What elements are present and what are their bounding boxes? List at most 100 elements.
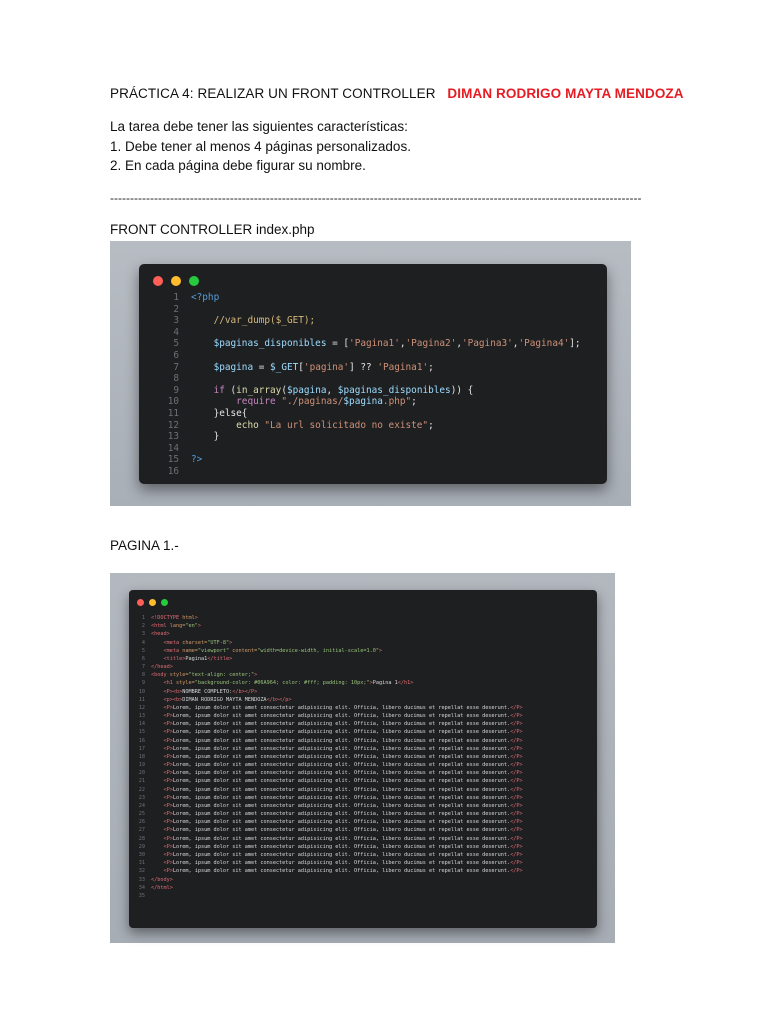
code-token: </P> bbox=[510, 786, 523, 793]
code-token: "./paginas/ bbox=[281, 396, 344, 408]
code-line: 18 <P>Lorem, ipsum dolor sit amet consec… bbox=[131, 753, 523, 761]
code-line: 28 <P>Lorem, ipsum dolor sit amet consec… bbox=[131, 835, 523, 843]
code-line: 14 bbox=[151, 443, 581, 455]
code-token: </P> bbox=[510, 745, 523, 752]
code-token: 'Pagina2' bbox=[405, 338, 457, 350]
code-text: $pagina = $_GET['pagina'] ?? 'Pagina1'; bbox=[191, 362, 434, 373]
code-line: 29 <P>Lorem, ipsum dolor sit amet consec… bbox=[131, 843, 523, 851]
section-heading-pagina-1: PAGINA 1.- bbox=[110, 538, 179, 553]
line-number: 23 bbox=[138, 794, 145, 801]
code-text: <P>Lorem, ipsum dolor sit amet consectet… bbox=[151, 819, 522, 825]
code-token: "background-color: #06A964; color: #fff;… bbox=[194, 680, 370, 687]
code-token: > bbox=[254, 672, 258, 679]
code-line: 26 <P>Lorem, ipsum dolor sit amet consec… bbox=[131, 818, 523, 826]
code-text: </html> bbox=[151, 885, 173, 891]
code-text: </head> bbox=[151, 664, 173, 670]
code-token: $paginas_disponibles bbox=[337, 384, 451, 396]
code-token: } bbox=[191, 431, 220, 443]
code-token: </P> bbox=[510, 713, 523, 720]
code-token: </h1> bbox=[397, 680, 414, 687]
code-line: 35 bbox=[131, 892, 523, 900]
code-text: <P>Lorem, ipsum dolor sit amet consectet… bbox=[151, 737, 522, 744]
line-number: 2 bbox=[141, 623, 145, 630]
code-line: 4 bbox=[151, 327, 581, 339]
code-token: DIMAN RODRIGO MAYTA MENDOZA bbox=[182, 696, 267, 703]
code-text: //var_dump($_GET); bbox=[191, 315, 316, 326]
code-text: <h1 style="background-color: #06A964; co… bbox=[151, 680, 413, 686]
code-editor-window: 1 <?php 2 3 //var_dump($_GET); 4 5 $paginas_d… bbox=[139, 264, 607, 484]
code-line: 30 <P>Lorem, ipsum dolor sit amet consec… bbox=[131, 851, 523, 859]
line-number: 7 bbox=[173, 361, 179, 373]
minimize-dot-icon bbox=[171, 276, 181, 286]
code-token: <P><b> bbox=[151, 688, 183, 695]
code-line: 7 $pagina = $_GET['pagina'] ?? 'Pagina1'… bbox=[151, 362, 581, 374]
code-text: <P>Lorem, ipsum dolor sit amet consectet… bbox=[151, 704, 522, 711]
line-number: 27 bbox=[138, 827, 145, 834]
code-line: 10 require "./paginas/$pagina.php"; bbox=[151, 396, 581, 408]
code-token: <p><b> bbox=[151, 696, 183, 703]
close-dot-icon bbox=[153, 276, 163, 286]
code-line: 31 <P>Lorem, ipsum dolor sit amet consec… bbox=[131, 859, 523, 867]
code-token: </html> bbox=[151, 884, 173, 891]
code-text: <body style="text-align: center;"> bbox=[151, 672, 257, 678]
line-number: 3 bbox=[141, 631, 145, 638]
code-token: </b></p> bbox=[266, 696, 292, 703]
code-text: <P>Lorem, ipsum dolor sit amet consectet… bbox=[151, 770, 522, 776]
code-token: Lorem, ipsum dolor sit amet consectetur … bbox=[172, 721, 511, 728]
line-number: 16 bbox=[138, 737, 145, 744]
code-token: <title> bbox=[151, 655, 186, 662]
code-text: <meta name="viewport" content="width=dev… bbox=[151, 648, 382, 654]
line-number: 9 bbox=[173, 384, 179, 396]
code-token: Lorem, ipsum dolor sit amet consectetur … bbox=[172, 835, 511, 842]
code-token: <P> bbox=[151, 835, 173, 842]
line-number: 4 bbox=[141, 639, 145, 646]
code-token: 'Pagina1' bbox=[377, 361, 429, 373]
line-number: 12 bbox=[167, 419, 179, 431]
code-token: Lorem, ipsum dolor sit amet consectetur … bbox=[172, 860, 511, 867]
code-token: <meta bbox=[151, 647, 183, 654]
code-token: <P> bbox=[151, 794, 173, 801]
document-title: PRÁCTICA 4: REALIZAR UN FRONT CONTROLLER… bbox=[110, 86, 684, 101]
code-token: </P> bbox=[510, 868, 523, 875]
code-line: 9 <h1 style="background-color: #06A964; … bbox=[131, 679, 523, 687]
code-token: = [ bbox=[326, 338, 350, 350]
line-number: 10 bbox=[167, 396, 179, 408]
code-line: 33 </body> bbox=[131, 876, 523, 884]
code-token: = bbox=[253, 361, 271, 373]
code-token: > bbox=[379, 647, 383, 654]
code-token: )) { bbox=[450, 384, 474, 396]
code-token: $pagina bbox=[343, 396, 383, 408]
code-text: <P>Lorem, ipsum dolor sit amet consectet… bbox=[151, 745, 523, 752]
code-token: Lorem, ipsum dolor sit amet consectetur … bbox=[172, 737, 511, 744]
code-token: $pagina bbox=[191, 361, 254, 373]
code-line: 11 <p><b>DIMAN RODRIGO MAYTA MENDOZA</b>… bbox=[131, 696, 523, 704]
line-number: 17 bbox=[138, 745, 145, 752]
code-token: Pagina1 bbox=[185, 655, 208, 662]
code-token: 'Pagina4' bbox=[518, 338, 570, 350]
code-text: <P>Lorem, ipsum dolor sit amet consectet… bbox=[151, 754, 522, 760]
line-number: 5 bbox=[141, 647, 145, 654]
assignment-title: PRÁCTICA 4: REALIZAR UN FRONT CONTROLLER bbox=[110, 86, 436, 101]
code-token: <P> bbox=[151, 811, 173, 818]
code-text: <p><b>DIMAN RODRIGO MAYTA MENDOZA</b></p… bbox=[151, 696, 292, 703]
code-token: in_array bbox=[236, 384, 282, 396]
code-token: Lorem, ipsum dolor sit amet consectetur … bbox=[172, 704, 511, 711]
code-token: </P> bbox=[510, 843, 523, 850]
code-line: 27 <P>Lorem, ipsum dolor sit amet consec… bbox=[131, 826, 523, 834]
code-token: "text-align: center;" bbox=[188, 672, 255, 679]
code-line: 15 ?> bbox=[151, 454, 581, 466]
line-number: 26 bbox=[138, 819, 145, 826]
code-token: style= bbox=[169, 672, 189, 679]
code-text: <P>Lorem, ipsum dolor sit amet consectet… bbox=[151, 729, 522, 735]
code-line: 14 <P>Lorem, ipsum dolor sit amet consec… bbox=[131, 720, 523, 728]
code-token: <P> bbox=[151, 786, 173, 793]
code-token: <?php bbox=[191, 292, 220, 303]
line-number: 14 bbox=[138, 721, 145, 728]
code-token: "La url solicitado no existe" bbox=[264, 419, 429, 431]
line-number: 21 bbox=[138, 778, 145, 785]
code-text: <html lang="en"> bbox=[151, 623, 201, 629]
code-line: 12 <P>Lorem, ipsum dolor sit amet consec… bbox=[131, 704, 523, 712]
code-token: </P> bbox=[510, 721, 523, 728]
code-token: </body> bbox=[151, 876, 173, 883]
code-line: 22 <P>Lorem, ipsum dolor sit amet consec… bbox=[131, 786, 523, 794]
